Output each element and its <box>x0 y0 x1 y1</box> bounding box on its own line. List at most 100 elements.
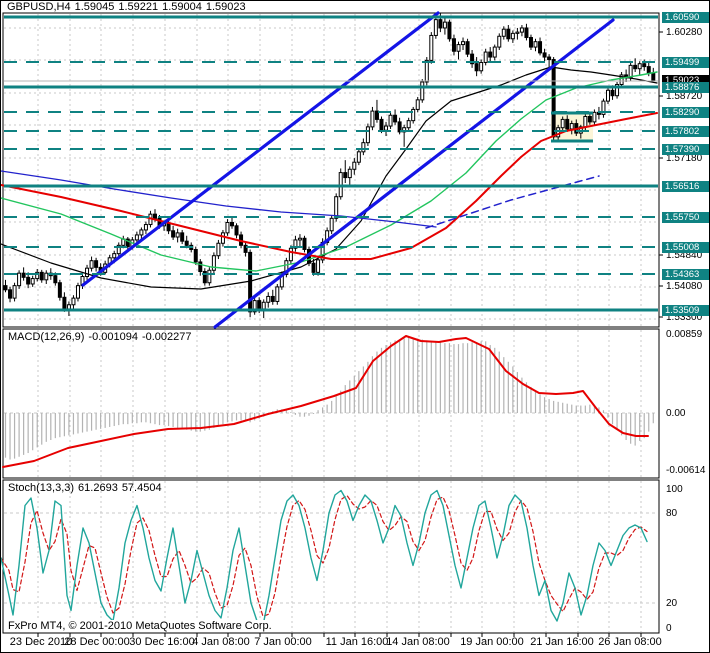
price-level-badge: 1.58290 <box>662 106 709 118</box>
candle-body <box>465 41 470 55</box>
candle-body <box>75 285 80 299</box>
candle-body <box>139 229 144 236</box>
candle-body <box>361 142 366 153</box>
price-level-badge: 1.57802 <box>662 125 709 137</box>
candle-body <box>134 234 139 241</box>
candle-body <box>483 51 488 63</box>
candle-body <box>587 115 592 123</box>
candle-body <box>193 248 198 263</box>
candle-body <box>506 28 511 40</box>
ohlc-close: 1.59023 <box>205 1 246 13</box>
candle-body <box>547 56 552 61</box>
time-axis-label: 14 Jan 08:00 <box>386 636 450 648</box>
chart-ohlc-header: GBPUSD,H4 1.59045 1.59221 1.59004 1.59023 <box>7 1 250 13</box>
candle-body <box>356 151 361 163</box>
candle-body <box>311 262 316 273</box>
candle-body <box>288 247 293 262</box>
candle-body <box>17 272 22 287</box>
candle-body <box>62 296 67 310</box>
candle-body <box>12 285 17 299</box>
candle-body <box>352 161 357 170</box>
candle-body <box>225 221 230 234</box>
candle-body <box>230 221 234 227</box>
candle-body <box>447 21 452 40</box>
macd-scale-label: 0.00 <box>666 407 686 419</box>
candle-body <box>551 59 556 138</box>
macd-name: MACD(12,26,9) <box>8 331 85 343</box>
candle-body <box>30 278 35 285</box>
candle-body <box>71 297 76 306</box>
candle-body <box>583 115 588 128</box>
time-axis-label: 30 Dec 16:00 <box>129 636 195 648</box>
candle-body <box>39 271 44 281</box>
candle-body <box>21 272 26 278</box>
stoch-indicator-label: Stoch(13,3,3) 61.2693 57.4504 <box>8 482 166 494</box>
time-axis-label: 4 Jan 08:00 <box>192 636 250 648</box>
candle-body <box>633 64 638 70</box>
time-axis-label: 28 Dec 00:00 <box>64 636 130 648</box>
candle-body <box>143 224 148 231</box>
candle-body <box>542 52 547 58</box>
ohlc-high: 1.59221 <box>118 1 159 13</box>
candle-body <box>26 276 31 285</box>
price-level-badge: 1.59499 <box>662 56 709 68</box>
stoch-scale-label: 0 <box>666 622 672 634</box>
candle-body <box>302 237 307 250</box>
candle-body <box>442 21 447 29</box>
price-level-badge: 1.53509 <box>662 304 709 316</box>
ohlc-open: 1.59045 <box>74 1 115 13</box>
candle-body <box>44 272 49 281</box>
price-level-badge: 1.55008 <box>662 241 709 253</box>
candle-body <box>533 41 538 48</box>
candle-body <box>53 275 58 284</box>
stoch-scale-label: 20 <box>666 597 678 609</box>
candle-body <box>519 27 524 33</box>
candle-body <box>461 41 466 46</box>
candle-body <box>89 260 94 269</box>
chart-canvas[interactable] <box>1 1 710 653</box>
candle-body <box>248 251 253 313</box>
stoch-k-value: 61.2693 <box>78 482 118 494</box>
candle-body <box>234 225 239 236</box>
candle-body <box>198 261 203 273</box>
time-axis-label: 19 Jan 00:00 <box>460 636 524 648</box>
candle-body <box>216 242 221 257</box>
price-level-badge: 1.58876 <box>662 81 709 93</box>
stoch-scale-label: 100 <box>666 483 683 495</box>
price-level-badge: 1.60590 <box>662 11 709 23</box>
candle-body <box>429 34 434 61</box>
candle-body <box>85 267 90 278</box>
candle-body <box>275 286 280 302</box>
macd-scale-label: 0.00859 <box>666 328 703 340</box>
candle-body <box>316 259 321 273</box>
candle-body <box>66 304 71 310</box>
candle-body <box>479 61 484 72</box>
candle-body <box>112 253 117 259</box>
macd-indicator-label: MACD(12,26,9) -0.001094 -0.002277 <box>8 331 196 343</box>
candle-body <box>270 295 275 302</box>
candle-body <box>451 38 456 52</box>
macd-signal-value: -0.002277 <box>141 331 192 343</box>
macd-scale-label: -0.00614 <box>666 464 706 476</box>
candle-body <box>456 44 461 52</box>
time-axis-label: 21 Jan 16:00 <box>530 636 594 648</box>
candle-body <box>433 19 438 36</box>
price-scale[interactable]: 1.60280 1.58720 1.57180 1.54840 1.54080 1.533… <box>660 1 709 652</box>
stoch-scale-label: 80 <box>666 507 678 519</box>
candle-body <box>180 232 185 242</box>
candle-body <box>257 300 262 310</box>
candle-body <box>211 255 216 271</box>
candle-body <box>565 118 570 130</box>
candle-body <box>560 118 565 129</box>
candle-body <box>297 237 302 241</box>
stoch-name: Stoch(13,3,3) <box>8 482 75 494</box>
price-axis-label: 1.54080 <box>666 280 703 292</box>
candle-body <box>171 230 176 238</box>
price-level-badge: 1.57390 <box>662 143 709 155</box>
candle-body <box>166 222 171 232</box>
mt4-chart-window: GBPUSD,H4 1.59045 1.59221 1.59004 1.59023 MA… <box>0 0 710 653</box>
price-level-badge: 1.55750 <box>662 211 709 223</box>
time-scale[interactable]: 23 Dec 2010 28 Dec 00:00 30 Dec 16:00 4 Jan… <box>1 636 662 652</box>
candle-body <box>3 285 8 291</box>
candle-body <box>8 289 13 299</box>
